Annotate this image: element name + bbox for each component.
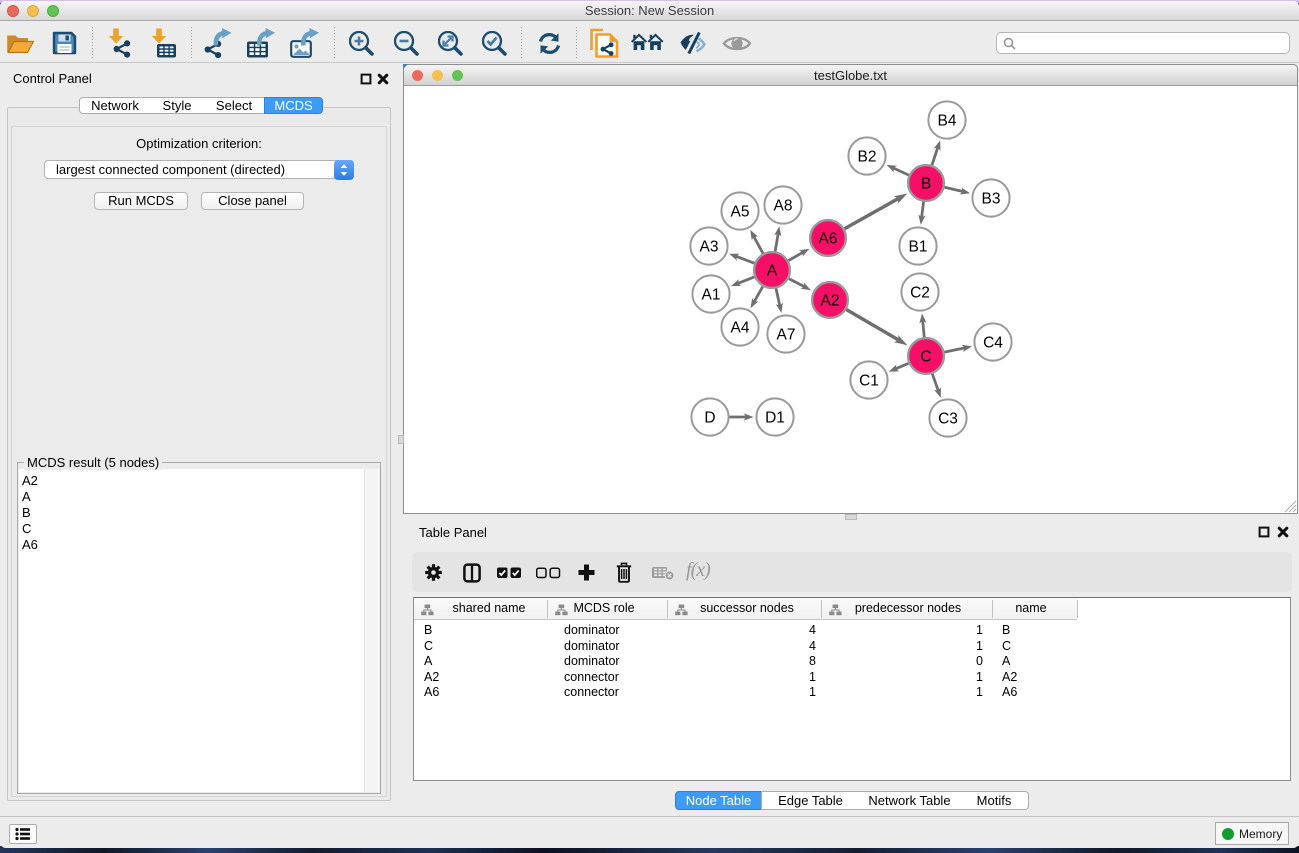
svg-text:C2: C2 (910, 284, 930, 301)
svg-text:A3: A3 (700, 238, 719, 255)
svg-text:A: A (767, 262, 778, 279)
svg-text:A2: A2 (821, 292, 840, 309)
svg-text:B3: B3 (982, 190, 1001, 207)
svg-text:C4: C4 (983, 334, 1003, 351)
svg-text:C3: C3 (938, 410, 958, 427)
svg-text:B4: B4 (938, 112, 957, 129)
svg-text:B: B (921, 175, 931, 192)
svg-text:A7: A7 (777, 326, 796, 343)
svg-text:B2: B2 (858, 148, 877, 165)
svg-text:A5: A5 (731, 203, 750, 220)
svg-text:A6: A6 (819, 230, 838, 247)
svg-text:C: C (920, 348, 931, 365)
svg-text:D1: D1 (765, 409, 785, 426)
svg-text:B1: B1 (909, 238, 928, 255)
svg-text:D: D (704, 409, 715, 426)
svg-text:A4: A4 (731, 319, 750, 336)
svg-text:A1: A1 (702, 286, 721, 303)
svg-text:A8: A8 (774, 197, 793, 214)
svg-text:C1: C1 (859, 372, 879, 389)
